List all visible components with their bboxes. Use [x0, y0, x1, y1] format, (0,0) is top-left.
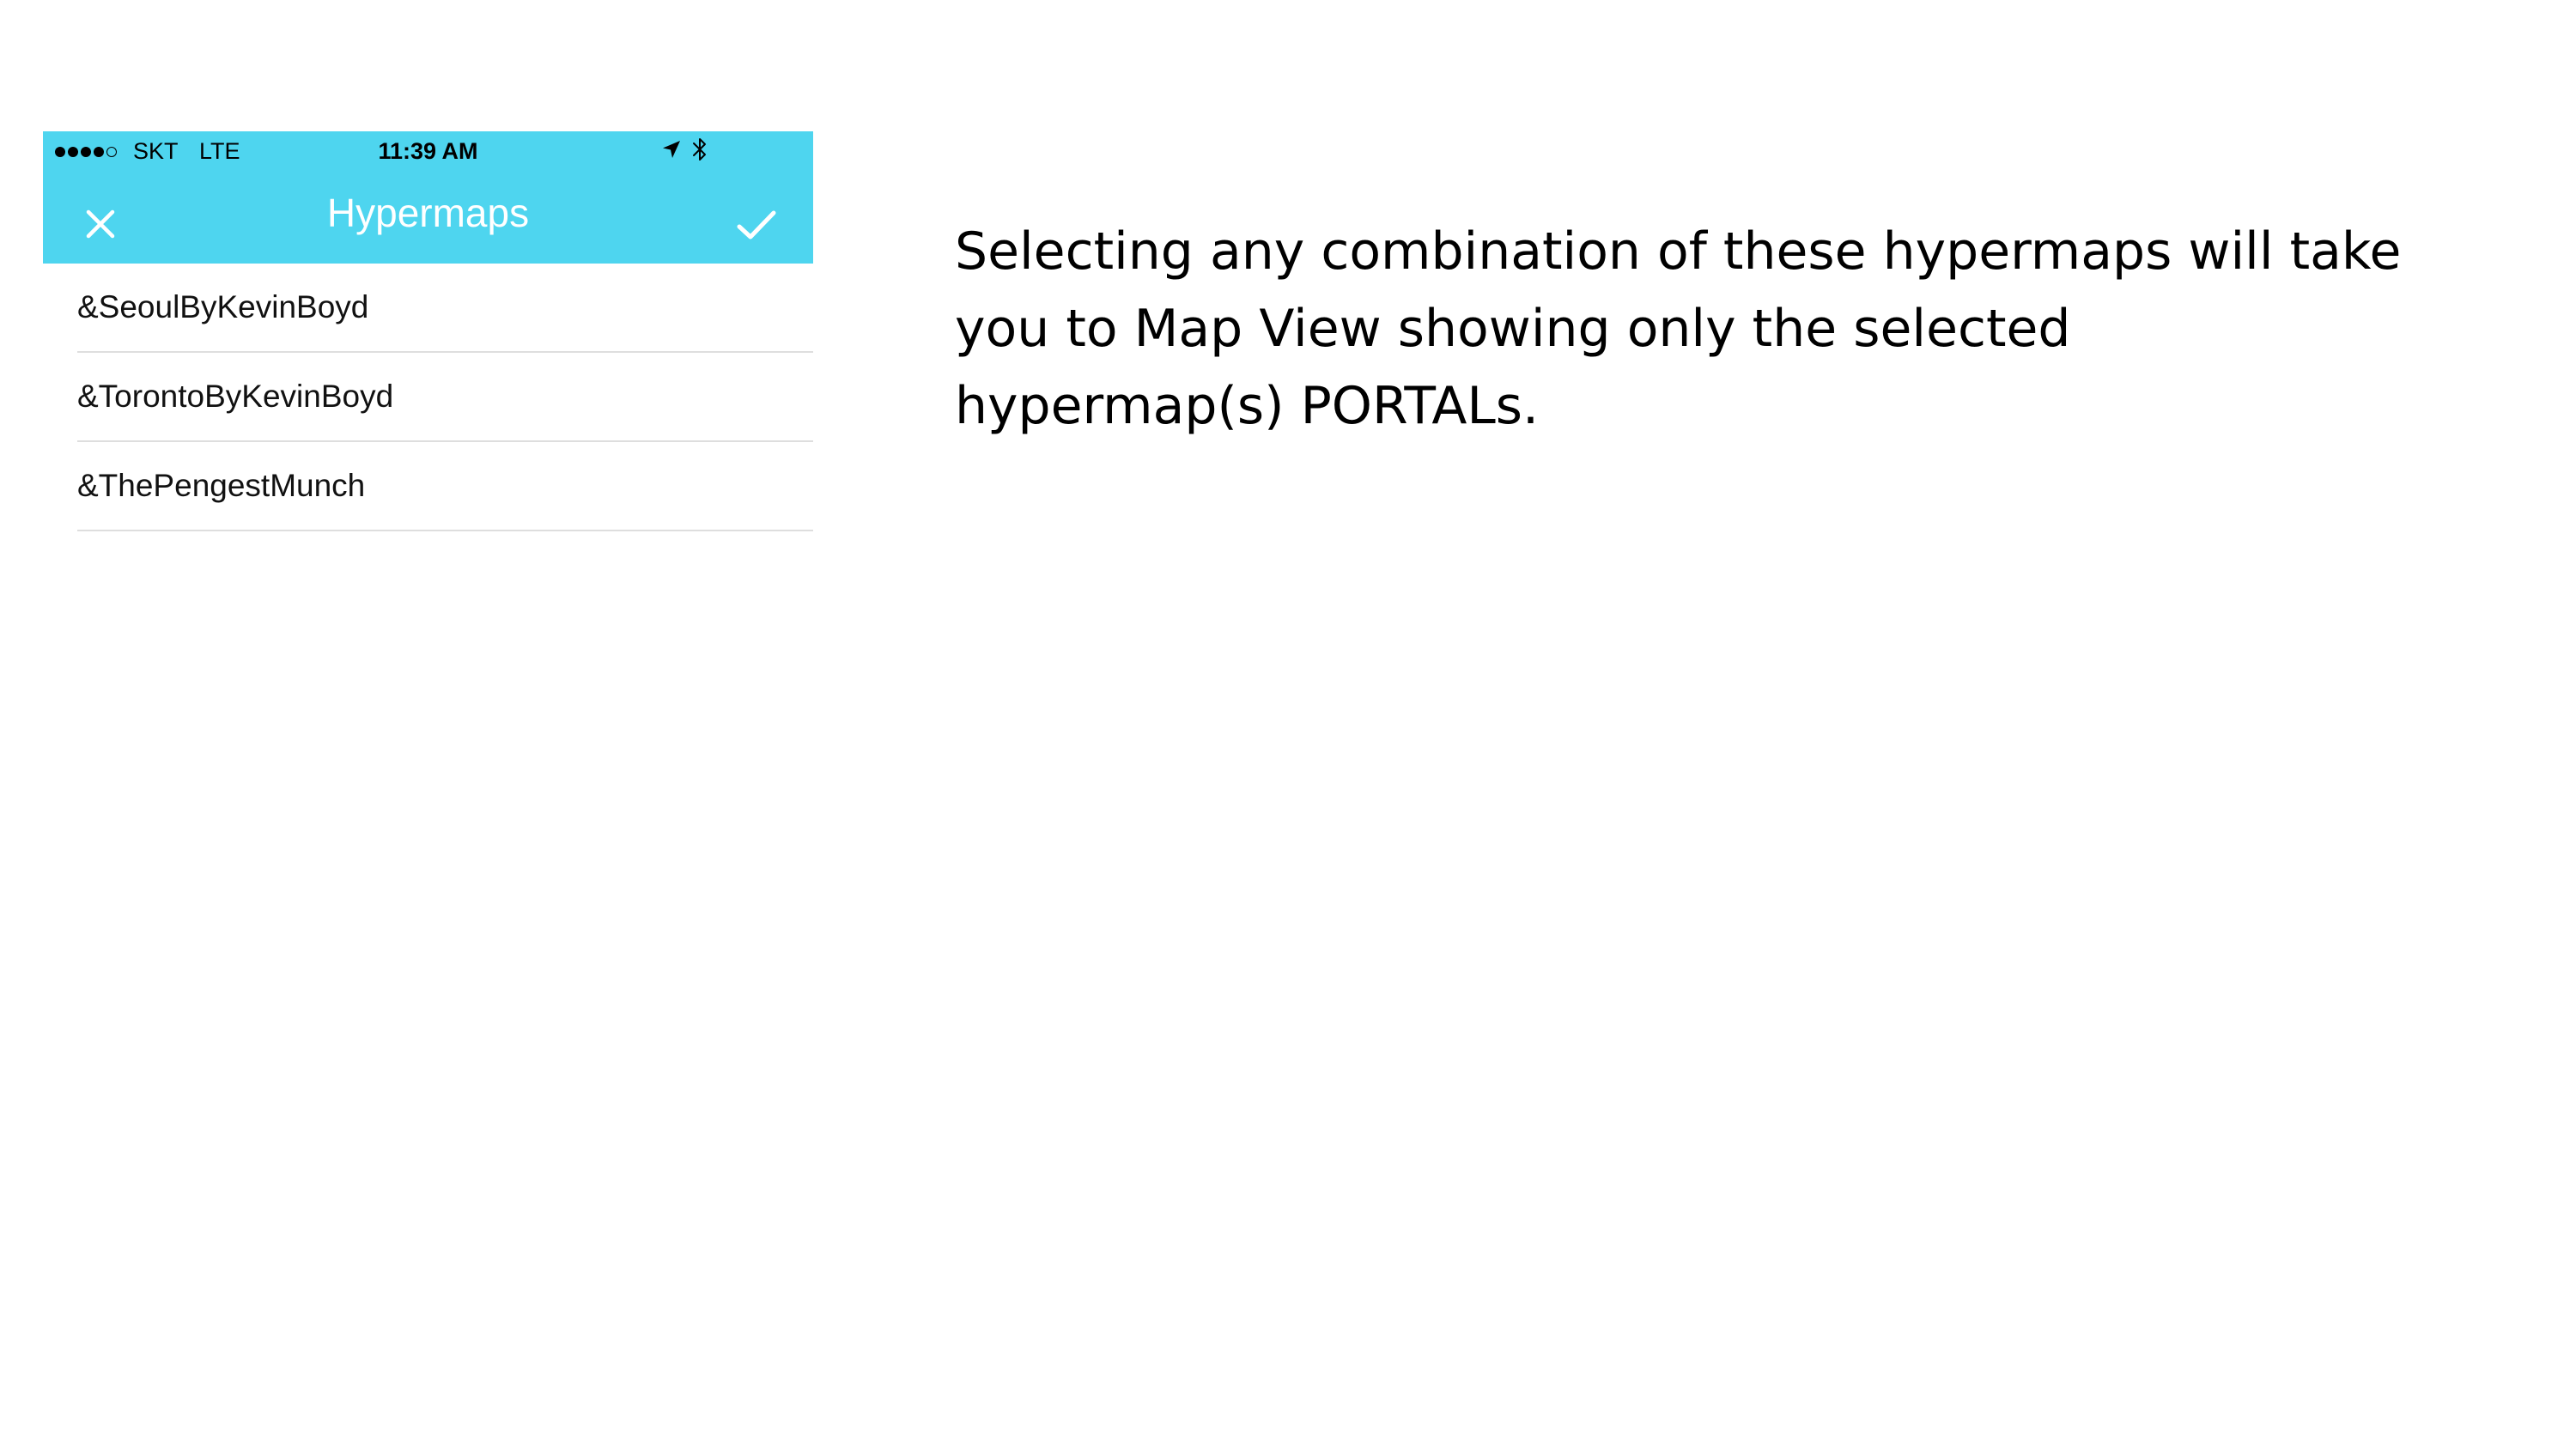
nav-bar: Hypermaps: [43, 171, 813, 264]
page-title: Hypermaps: [326, 191, 530, 235]
status-bar: SKT LTE 11:39 AM: [43, 131, 813, 171]
description-text: Selecting any combination of these hyper…: [955, 221, 2402, 436]
header: SKT LTE 11:39 AM Hypermaps: [43, 131, 813, 264]
divider: [77, 530, 813, 531]
hypermap-list-item[interactable]: &ThePengestMunch: [43, 442, 813, 531]
hypermap-label: &ThePengestMunch: [77, 468, 366, 503]
hypermap-label: &TorontoByKevinBoyd: [77, 379, 394, 414]
phone-screenshot: SKT LTE 11:39 AM Hypermaps &SeoulByKevin…: [43, 131, 813, 535]
hypermap-list-item[interactable]: &SeoulByKevinBoyd: [43, 264, 813, 353]
slide: SKT LTE 11:39 AM Hypermaps &SeoulByKevin…: [0, 0, 2576, 1449]
status-icons: [661, 136, 708, 168]
checkmark-icon: [737, 210, 776, 239]
hypermap-list: &SeoulByKevinBoyd &TorontoByKevinBoyd &T…: [43, 264, 813, 531]
hypermap-list-item[interactable]: &TorontoByKevinBoyd: [43, 353, 813, 442]
location-arrow-icon: [661, 139, 682, 166]
confirm-button[interactable]: [735, 203, 778, 246]
hypermap-label: &SeoulByKevinBoyd: [77, 289, 369, 324]
bluetooth-icon: [692, 136, 708, 168]
